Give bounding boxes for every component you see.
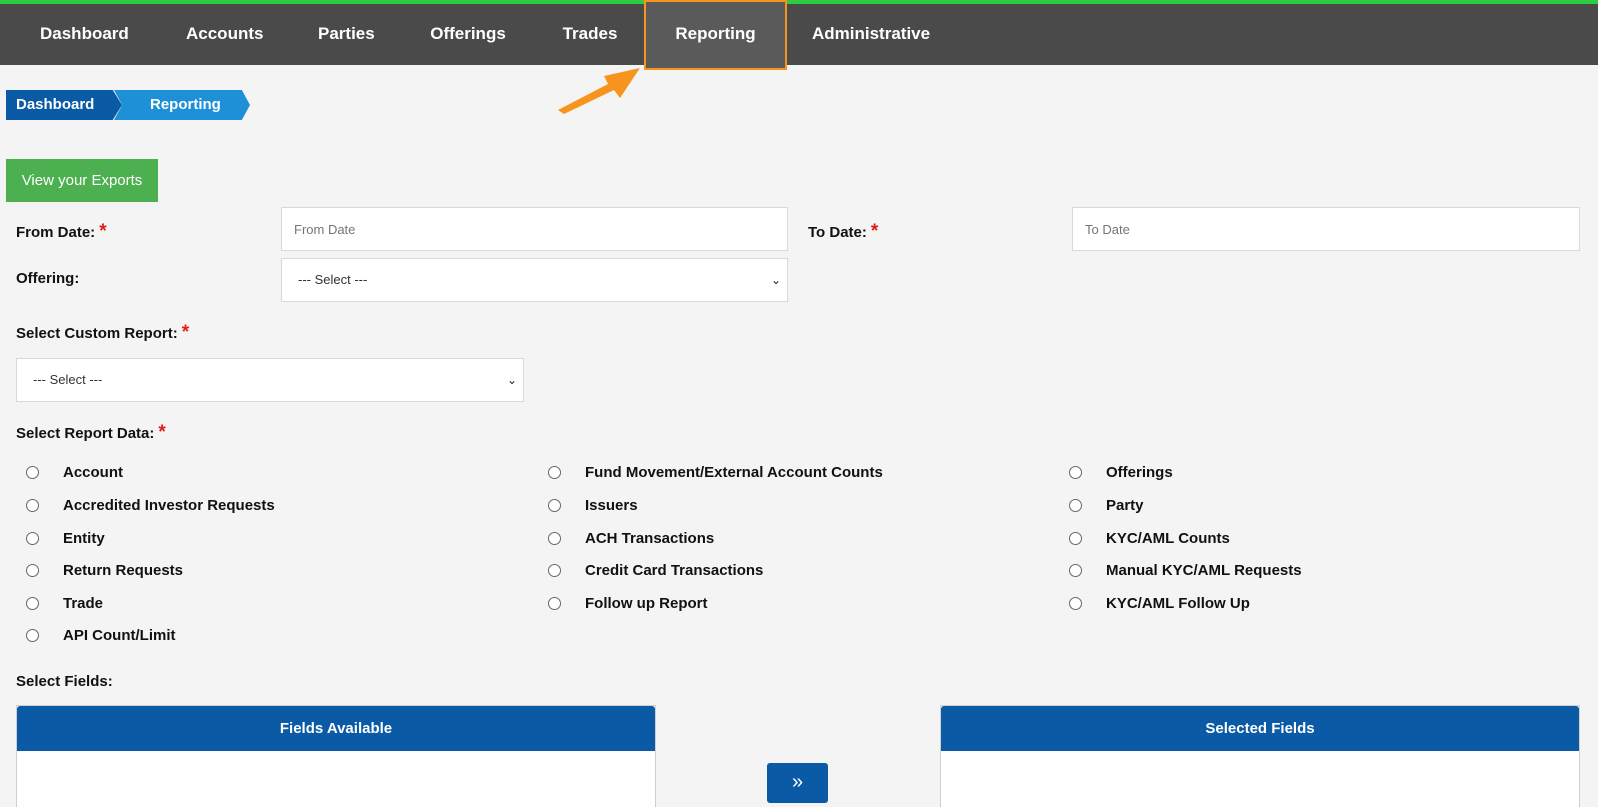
nav-administrative[interactable]: Administrative bbox=[812, 4, 930, 65]
radio-button[interactable] bbox=[26, 498, 39, 512]
to-date-input[interactable] bbox=[1072, 207, 1580, 251]
from-date-label: From Date: * bbox=[16, 221, 107, 242]
required-mark: * bbox=[158, 422, 166, 443]
radio-button[interactable] bbox=[548, 465, 561, 479]
radio-button[interactable] bbox=[26, 563, 39, 577]
radio-button[interactable] bbox=[26, 596, 39, 610]
nav-offerings[interactable]: Offerings bbox=[430, 4, 506, 65]
offering-select-value: --- Select --- bbox=[298, 272, 368, 287]
radio-button[interactable] bbox=[1069, 596, 1082, 610]
selected-fields-panel: Selected Fields bbox=[940, 705, 1580, 807]
radio-button[interactable] bbox=[1069, 465, 1082, 479]
required-mark: * bbox=[870, 221, 879, 242]
report-option-kyc-counts[interactable]: KYC/AML Counts bbox=[1069, 528, 1230, 548]
report-option-ach[interactable]: ACH Transactions bbox=[548, 528, 714, 548]
fields-available-title: Fields Available bbox=[17, 706, 655, 751]
radio-button[interactable] bbox=[26, 628, 39, 642]
chevron-down-icon: ⌄ bbox=[506, 373, 517, 387]
offering-label: Offering: bbox=[16, 270, 80, 287]
annotation-arrow-icon bbox=[558, 68, 640, 114]
radio-button[interactable] bbox=[548, 596, 561, 610]
report-option-kyc-follow-up[interactable]: KYC/AML Follow Up bbox=[1069, 593, 1250, 613]
radio-button[interactable] bbox=[26, 465, 39, 479]
report-option-trade[interactable]: Trade bbox=[26, 593, 103, 613]
report-option-api-count[interactable]: API Count/Limit bbox=[26, 625, 176, 645]
nav-accounts[interactable]: Accounts bbox=[186, 4, 263, 65]
nav-parties[interactable]: Parties bbox=[318, 4, 375, 65]
selected-fields-title: Selected Fields bbox=[941, 706, 1579, 751]
report-option-offerings[interactable]: Offerings bbox=[1069, 462, 1173, 482]
custom-report-select[interactable]: --- Select --- ⌄ bbox=[16, 358, 524, 402]
to-date-label: To Date: * bbox=[808, 221, 879, 242]
radio-button[interactable] bbox=[1069, 563, 1082, 577]
report-data-label: Select Report Data: * bbox=[16, 422, 166, 443]
view-exports-button[interactable]: View your Exports bbox=[6, 159, 158, 202]
report-option-manual-kyc[interactable]: Manual KYC/AML Requests bbox=[1069, 560, 1302, 580]
breadcrumb-dashboard[interactable]: Dashboard bbox=[6, 90, 122, 120]
radio-button[interactable] bbox=[1069, 531, 1082, 545]
radio-button[interactable] bbox=[26, 531, 39, 545]
nav-trades[interactable]: Trades bbox=[562, 4, 618, 65]
nav-dashboard[interactable]: Dashboard bbox=[40, 4, 129, 65]
custom-report-label: Select Custom Report: * bbox=[16, 322, 190, 343]
offering-select[interactable]: --- Select --- ⌄ bbox=[281, 258, 788, 302]
from-date-input[interactable] bbox=[281, 207, 788, 251]
required-mark: * bbox=[181, 322, 190, 343]
radio-button[interactable] bbox=[1069, 498, 1082, 512]
radio-button[interactable] bbox=[548, 498, 561, 512]
custom-report-select-value: --- Select --- bbox=[33, 372, 103, 387]
report-option-follow-up[interactable]: Follow up Report bbox=[548, 593, 707, 613]
report-option-accredited-investor[interactable]: Accredited Investor Requests bbox=[26, 495, 275, 515]
report-option-entity[interactable]: Entity bbox=[26, 528, 105, 548]
fields-available-panel: Fields Available bbox=[16, 705, 656, 807]
report-option-return-requests[interactable]: Return Requests bbox=[26, 560, 183, 580]
select-fields-label: Select Fields: bbox=[16, 673, 113, 690]
chevron-down-icon: ⌄ bbox=[770, 273, 781, 287]
report-option-fund-movement[interactable]: Fund Movement/External Account Counts bbox=[548, 462, 883, 482]
report-option-party[interactable]: Party bbox=[1069, 495, 1144, 515]
double-chevron-right-icon: » bbox=[791, 771, 804, 793]
nav-reporting[interactable]: Reporting bbox=[644, 0, 787, 70]
report-option-account[interactable]: Account bbox=[26, 462, 123, 482]
breadcrumb-reporting[interactable]: Reporting bbox=[114, 90, 250, 120]
required-mark: * bbox=[99, 221, 107, 242]
radio-button[interactable] bbox=[548, 531, 561, 545]
top-nav: Dashboard Accounts Parties Offerings Tra… bbox=[0, 0, 1598, 70]
move-right-button[interactable]: » bbox=[767, 763, 828, 803]
radio-button[interactable] bbox=[548, 563, 561, 577]
report-option-issuers[interactable]: Issuers bbox=[548, 495, 638, 515]
report-option-credit-card[interactable]: Credit Card Transactions bbox=[548, 560, 763, 580]
